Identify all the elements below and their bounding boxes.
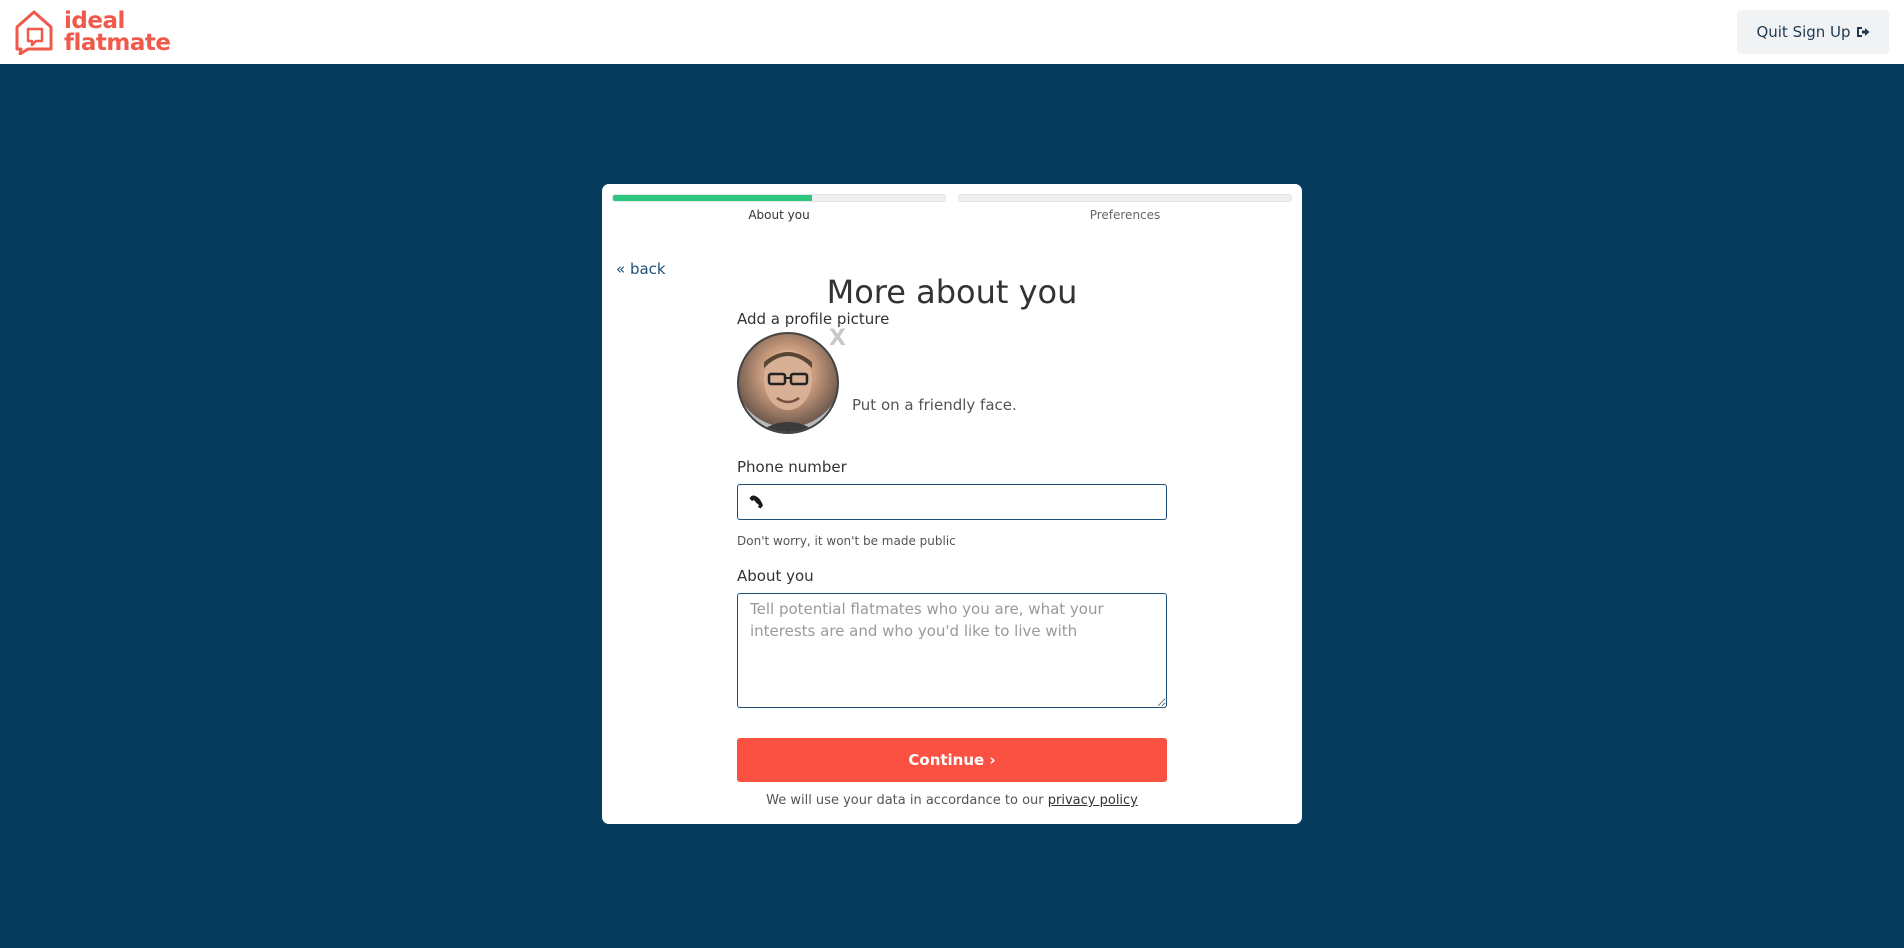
page-title: More about you — [826, 273, 1078, 312]
progress-fill — [613, 195, 813, 201]
ideal-flatmate-logo[interactable]: ideal flatmate — [14, 9, 171, 55]
about-you-textarea[interactable] — [737, 593, 1167, 708]
phone-privacy-hint: Don't worry, it won't be made public — [737, 534, 956, 548]
face-photo-icon — [759, 350, 817, 432]
privacy-text: We will use your data in accordance to o… — [766, 793, 1044, 808]
house-chat-logo-icon — [15, 10, 53, 55]
signup-card: About you Preferences « back More about … — [602, 184, 1302, 824]
privacy-policy-link[interactable]: privacy policy — [1048, 793, 1138, 808]
logo-line-1: ideal — [64, 8, 125, 34]
remove-picture-button[interactable]: X — [829, 326, 846, 351]
progress-step-label: About you — [748, 208, 810, 222]
progress-track — [958, 194, 1292, 202]
phone-number-label: Phone number — [737, 458, 847, 476]
quit-sign-up-button[interactable]: Quit Sign Up — [1737, 10, 1889, 54]
profile-picture-caption: Put on a friendly face. — [852, 396, 1017, 414]
phone-icon — [749, 495, 763, 509]
sign-out-icon — [1856, 27, 1870, 37]
progress-step-preferences: Preferences — [958, 194, 1292, 222]
progress-track — [612, 194, 946, 202]
about-you-label: About you — [737, 567, 814, 585]
profile-picture-row: X Put on a friendly face. — [737, 326, 1167, 436]
signup-progress: About you Preferences — [612, 194, 1292, 226]
logo-wordmark: ideal flatmate — [64, 8, 171, 56]
top-navbar: ideal flatmate Quit Sign Up — [0, 0, 1904, 64]
privacy-notice: We will use your data in accordance to o… — [737, 793, 1167, 808]
logo-line-2: flatmate — [64, 30, 171, 56]
profile-picture-avatar[interactable] — [737, 332, 839, 434]
progress-step-about-you: About you — [612, 194, 946, 222]
continue-button[interactable]: Continue › — [737, 738, 1167, 782]
phone-number-input[interactable] — [774, 489, 1160, 517]
progress-step-label: Preferences — [1089, 208, 1161, 222]
about-you-form: Add a profile picture X Put on a friendl… — [737, 310, 1167, 808]
quit-sign-up-label: Quit Sign Up — [1756, 23, 1851, 41]
phone-number-field[interactable] — [737, 484, 1167, 520]
profile-picture-label: Add a profile picture — [737, 310, 890, 328]
